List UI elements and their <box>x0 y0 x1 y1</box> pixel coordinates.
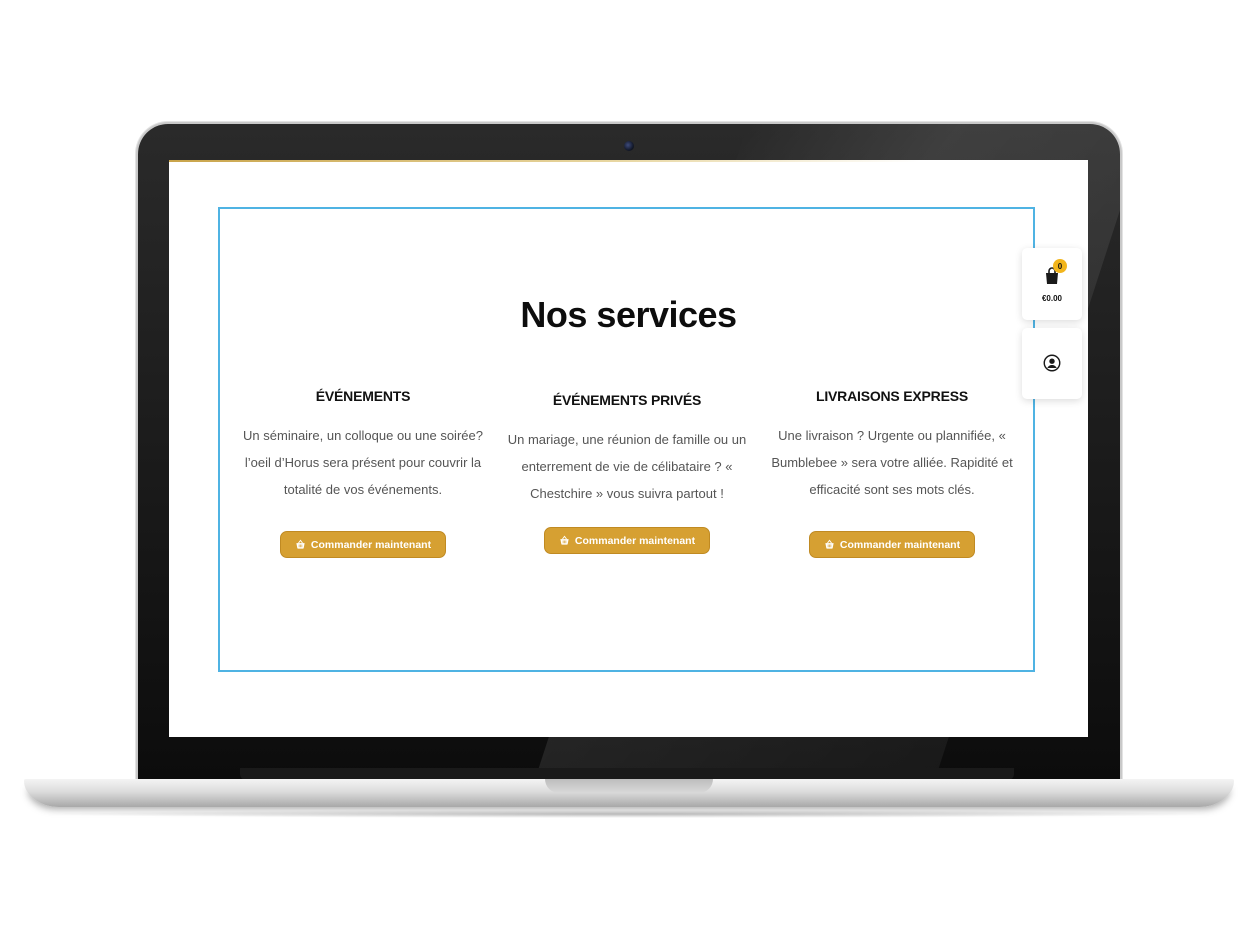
service-card-evenements: ÉVÉNEMENTS Un séminaire, un colloque ou … <box>238 388 488 558</box>
laptop-screen: Nos services ÉVÉNEMENTS Un séminaire, un… <box>169 160 1088 737</box>
order-button-label: Commander maintenant <box>574 534 696 547</box>
basket-icon <box>825 539 834 549</box>
basket-icon <box>296 539 305 549</box>
order-button[interactable]: Commander maintenant <box>279 531 447 558</box>
order-button-label: Commander maintenant <box>310 538 432 551</box>
cart-total: €0.00 <box>1041 294 1063 303</box>
service-description: Un séminaire, un colloque ou une soirée?… <box>243 428 483 497</box>
header-edge <box>169 160 919 162</box>
user-circle-icon <box>1043 354 1061 372</box>
laptop-notch <box>545 779 713 793</box>
service-card-livraisons-express: LIVRAISONS EXPRESS Une livraison ? Urgen… <box>767 388 1017 558</box>
webcam <box>624 141 634 151</box>
service-card-evenements-prives: ÉVÉNEMENTS PRIVÉS Un mariage, une réunio… <box>502 392 752 554</box>
account-widget[interactable] <box>1022 328 1082 399</box>
order-button-label: Commander maintenant <box>839 538 961 551</box>
cart-widget[interactable]: 0 €0.00 <box>1022 248 1082 320</box>
service-description: Un mariage, une réunion de famille ou un… <box>507 432 747 501</box>
laptop-shadow <box>40 810 1218 818</box>
service-title: ÉVÉNEMENTS <box>315 388 411 404</box>
service-title: ÉVÉNEMENTS PRIVÉS <box>552 392 702 408</box>
service-description: Une livraison ? Urgente ou plannifiée, «… <box>771 428 1013 497</box>
order-button[interactable]: Commander maintenant <box>808 531 976 558</box>
order-button[interactable]: Commander maintenant <box>543 527 711 554</box>
cart-count-badge: 0 <box>1053 259 1067 273</box>
laptop-mockup: Nos services ÉVÉNEMENTS Un séminaire, un… <box>0 0 1258 944</box>
service-title: LIVRAISONS EXPRESS <box>816 388 968 404</box>
section-title: Nos services <box>520 294 737 335</box>
basket-icon <box>560 535 569 545</box>
